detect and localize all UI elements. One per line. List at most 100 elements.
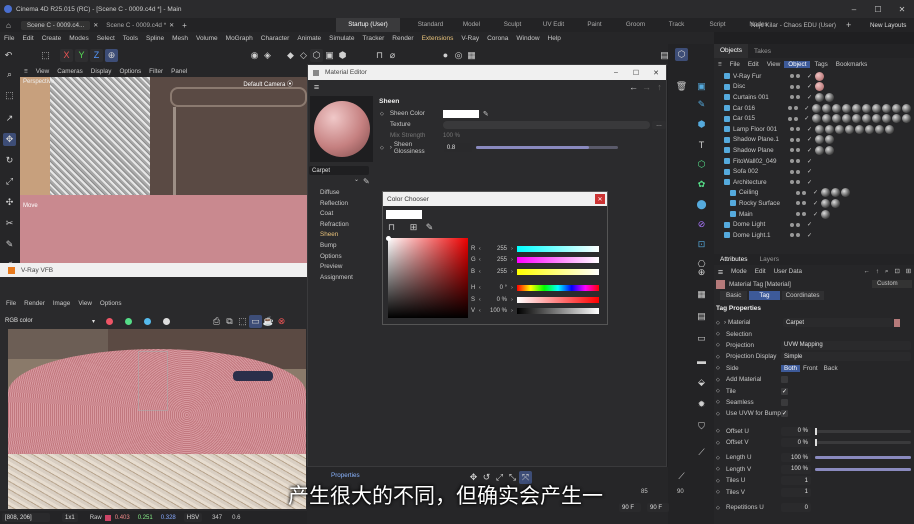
render-view-icon[interactable]: ◉ xyxy=(248,49,261,62)
object-row[interactable]: Lamp Floor 001 ✓ xyxy=(716,124,912,135)
enable-check-icon[interactable]: ✓ xyxy=(807,126,815,133)
color-space-select[interactable]: HSV xyxy=(183,513,203,522)
seamless-keyframe-icon[interactable]: ◇ xyxy=(716,399,726,405)
layout-tab-uv-edit[interactable]: UV Edit xyxy=(533,18,574,32)
cc-slider-s[interactable] xyxy=(517,296,599,303)
menu-tools[interactable]: Tools xyxy=(119,35,142,42)
visibility-dots[interactable] xyxy=(795,201,813,206)
attr-new-icon[interactable]: ⊞ xyxy=(903,268,914,275)
side-back-button[interactable]: Back xyxy=(821,365,841,372)
visibility-dots[interactable] xyxy=(795,212,813,217)
visibility-dots[interactable] xyxy=(787,116,804,121)
alpha-channel-icon[interactable] xyxy=(163,317,170,325)
edges-mode-icon[interactable]: ⬡ xyxy=(310,48,323,62)
material-tag-icon[interactable] xyxy=(835,124,844,134)
material-tag-icon[interactable] xyxy=(862,103,872,113)
material-tag-icon[interactable] xyxy=(865,124,874,134)
uv-mode-icon[interactable]: ⬢ xyxy=(336,49,349,62)
render-visibility-dot[interactable] xyxy=(796,148,800,153)
takes-tab[interactable]: Takes xyxy=(748,48,777,55)
frame-end-field-2[interactable]: 90 F xyxy=(647,503,669,512)
offset-v-keyframe-icon[interactable]: ◇ xyxy=(716,440,726,446)
vray-render-icon[interactable]: ● xyxy=(439,49,452,62)
sheen-color-swatch[interactable] xyxy=(442,109,479,118)
channel-assignment[interactable]: Assignment xyxy=(320,273,375,284)
visibility-dots[interactable] xyxy=(787,106,804,111)
vray-light-icon[interactable]: ✹ xyxy=(695,398,708,411)
cube-icon[interactable]: ▣ xyxy=(695,80,708,93)
menu-modes[interactable]: Modes xyxy=(65,35,93,42)
length-u-keyframe-icon[interactable]: ◇ xyxy=(716,455,726,461)
properties-tab[interactable]: Properties xyxy=(331,472,360,479)
objects-tab[interactable]: Objects xyxy=(714,44,749,58)
object-row[interactable]: Disc ✓ xyxy=(716,82,912,93)
layers-tab[interactable]: Layers xyxy=(753,256,785,263)
projection-display-keyframe-icon[interactable]: ◇ xyxy=(716,354,726,360)
menu-spline[interactable]: Spline xyxy=(142,35,168,42)
editor-visibility-dot[interactable] xyxy=(790,127,794,132)
layout-tab-track[interactable]: Track xyxy=(656,18,697,32)
selection-keyframe-icon[interactable]: ◇ xyxy=(716,331,726,337)
objects-menu-file[interactable]: File xyxy=(726,61,744,68)
channel-coat[interactable]: Coat xyxy=(320,209,375,220)
length-v-keyframe-icon[interactable]: ◇ xyxy=(716,466,726,472)
visibility-dots[interactable] xyxy=(789,233,807,238)
enable-check-icon[interactable]: ✓ xyxy=(807,168,815,175)
material-tag-icon[interactable] xyxy=(852,114,862,124)
channel-options[interactable]: Options xyxy=(320,252,375,263)
visibility-dots[interactable] xyxy=(789,222,807,227)
offset-v-slider[interactable] xyxy=(815,439,911,447)
cc-slider-b[interactable] xyxy=(517,268,599,275)
tile-keyframe-icon[interactable]: ◇ xyxy=(716,388,726,394)
cc-value-v[interactable]: 100 % xyxy=(485,308,507,314)
saturation-value-square[interactable] xyxy=(388,238,468,318)
material-tag-icon[interactable] xyxy=(815,135,824,145)
text-icon[interactable]: T xyxy=(695,138,708,151)
menu-extensions[interactable]: Extensions xyxy=(418,35,458,42)
cc-slider-h[interactable] xyxy=(517,285,599,292)
tiles-u-field[interactable]: 1 xyxy=(781,476,811,486)
object-row[interactable]: Curtains 001 ✓ xyxy=(716,92,912,103)
editor-visibility-dot[interactable] xyxy=(787,106,792,111)
polygons-mode-icon[interactable]: ▣ xyxy=(323,49,336,62)
editor-visibility-dot[interactable] xyxy=(790,222,794,227)
visibility-dots[interactable] xyxy=(789,148,807,153)
editor-visibility-dot[interactable] xyxy=(796,212,800,217)
render-visibility-dot[interactable] xyxy=(802,212,806,217)
material-tag-icon[interactable] xyxy=(815,71,824,81)
material-tag-icon[interactable] xyxy=(815,92,824,102)
use-uvw-checkbox[interactable]: ✓ xyxy=(781,410,788,418)
render-visibility-dot[interactable] xyxy=(796,159,800,164)
enable-check-icon[interactable]: ✓ xyxy=(807,158,815,165)
enable-check-icon[interactable]: ✓ xyxy=(807,232,815,239)
material-name-dropdown-icon[interactable]: ⌄ xyxy=(354,176,359,183)
material-tag-icon[interactable] xyxy=(815,145,824,155)
tiles-v-field[interactable]: 1 xyxy=(781,487,811,497)
editor-visibility-dot[interactable] xyxy=(790,74,794,79)
material-tag-icon[interactable] xyxy=(892,103,902,113)
channel-reflection[interactable]: Reflection xyxy=(320,199,375,210)
grid-icon[interactable]: ▦ xyxy=(695,288,708,301)
offset-u-field[interactable]: 0 % xyxy=(781,426,811,436)
visibility-dots[interactable] xyxy=(789,127,807,132)
object-row[interactable]: Main ✓ xyxy=(716,209,912,220)
attr-up-icon[interactable]: ↑ xyxy=(873,268,882,275)
material-tag-icon[interactable] xyxy=(832,103,842,113)
globe-icon[interactable]: ⊕ xyxy=(695,266,708,279)
menu-file[interactable]: File xyxy=(0,35,18,42)
scale2-tool-icon[interactable]: ⤢ xyxy=(3,175,16,188)
material-tag-icon[interactable] xyxy=(822,114,832,124)
tag-subtab[interactable]: Tag xyxy=(749,291,780,300)
move-tool-icon[interactable]: ✥ xyxy=(3,133,16,146)
material-tag-icon[interactable] xyxy=(815,82,824,92)
texture-options-button[interactable]: … xyxy=(652,120,666,129)
object-row[interactable]: Ceiling ✓ xyxy=(716,188,912,199)
enable-check-icon[interactable]: ✓ xyxy=(813,211,821,218)
custom-select[interactable]: Custom xyxy=(872,280,912,288)
material-link-field[interactable]: Carpet xyxy=(783,318,893,328)
menu-help[interactable]: Help xyxy=(544,35,565,42)
objects-menu-bookmarks[interactable]: Bookmarks xyxy=(832,61,872,68)
viewport-menu-panel[interactable]: Panel xyxy=(167,68,191,75)
render-visibility-dot[interactable] xyxy=(802,201,806,206)
channel-preview[interactable]: Preview xyxy=(320,262,375,273)
